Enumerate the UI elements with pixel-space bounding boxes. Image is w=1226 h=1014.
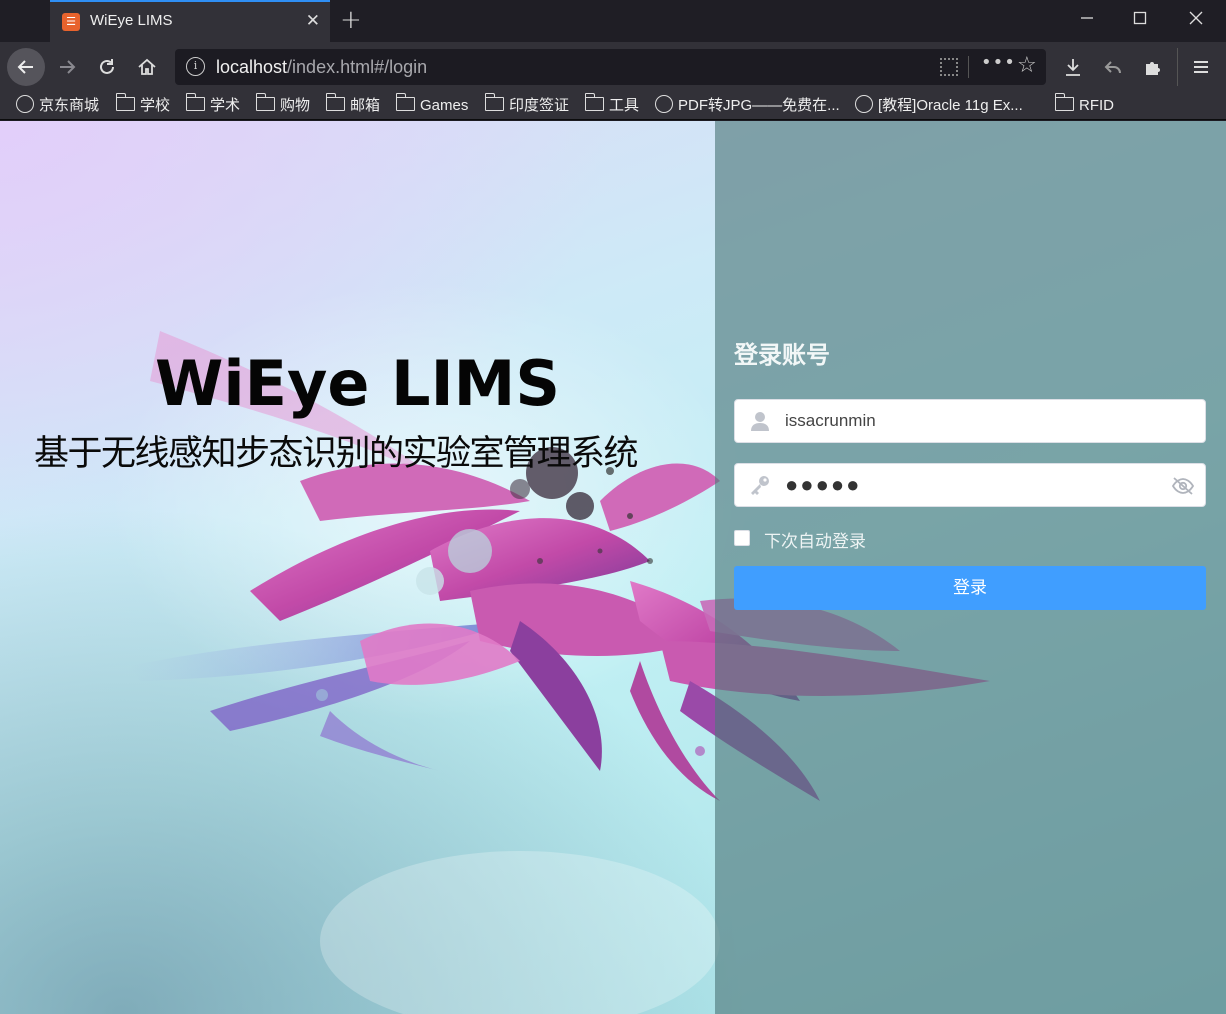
bookmark-folder[interactable]: RFID	[1055, 93, 1114, 117]
page-actions-more-icon[interactable]: •••	[981, 52, 1016, 73]
url-divider	[968, 56, 969, 78]
bookmark-folder[interactable]: 工具	[585, 93, 640, 117]
url-text[interactable]: localhost/index.html#/login	[216, 57, 427, 78]
user-icon	[751, 412, 769, 431]
folder-icon	[585, 93, 604, 112]
tab-close-icon[interactable]: ✕	[306, 11, 320, 31]
eye-slash-icon[interactable]	[1171, 476, 1195, 496]
bookmark-label: Games	[420, 97, 469, 114]
folder-icon	[326, 93, 345, 112]
site-info-icon[interactable]: i	[186, 57, 205, 76]
folder-icon	[396, 93, 415, 112]
key-icon	[751, 476, 769, 495]
bookmark-label: 邮箱	[350, 97, 381, 114]
app-subtitle: 基于无线感知步态识别的实验室管理系统	[34, 434, 639, 474]
home-icon	[138, 58, 156, 75]
bookmark-label: [教程]Oracle 11g Ex...	[878, 97, 1023, 114]
bookmark-item[interactable]: 京东商城	[16, 95, 99, 117]
bookmark-label: 京东商城	[39, 97, 100, 114]
username-input[interactable]	[785, 400, 1165, 442]
reload-icon	[100, 59, 114, 74]
globe-icon	[655, 95, 673, 114]
remember-me-checkbox[interactable]	[734, 530, 750, 546]
bookmark-folder[interactable]: 购物	[256, 93, 311, 117]
downloads-button[interactable]	[1058, 52, 1088, 82]
hamburger-menu-icon	[1194, 61, 1208, 73]
address-bar[interactable]: i localhost/index.html#/login ••• ☆	[175, 49, 1046, 85]
bookmark-label: 工具	[609, 97, 640, 114]
minimize-button[interactable]	[1064, 0, 1110, 42]
bookmark-star-icon[interactable]: ☆	[1017, 53, 1037, 78]
tab-title: WiEye LIMS	[90, 12, 173, 29]
bookmark-folder[interactable]: 印度签证	[485, 93, 570, 117]
bookmark-item[interactable]: PDF转JPG——免费在...	[655, 95, 840, 117]
bookmark-folder[interactable]: Games	[396, 93, 469, 117]
bookmark-label: 购物	[280, 97, 311, 114]
xampp-favicon-icon: ☰	[62, 13, 80, 31]
forward-button[interactable]	[52, 52, 82, 82]
undo-icon	[1104, 61, 1121, 74]
folder-icon	[116, 93, 135, 112]
bookmark-label: 学校	[140, 97, 171, 114]
undo-close-button[interactable]	[1098, 52, 1128, 82]
globe-icon	[855, 95, 873, 114]
globe-icon	[16, 95, 34, 114]
browser-tab[interactable]: ☰ WiEye LIMS ✕	[50, 0, 330, 42]
window-close-icon	[1189, 11, 1203, 25]
bookmark-label: PDF转JPG——免费在...	[678, 97, 840, 114]
bookmark-folder[interactable]: 学术	[186, 93, 241, 117]
folder-icon	[256, 93, 275, 112]
bookmark-label: RFID	[1079, 97, 1114, 114]
bookmark-item[interactable]: [教程]Oracle 11g Ex...	[855, 95, 1023, 117]
app-menu-button[interactable]	[1186, 52, 1216, 82]
app-title: WiEye LIMS	[155, 347, 560, 420]
forward-arrow-icon	[60, 60, 76, 74]
bookmark-folder[interactable]: 学校	[116, 93, 171, 117]
navigation-bar: i localhost/index.html#/login ••• ☆	[0, 42, 1226, 92]
remember-me-label[interactable]: 下次自动登录	[764, 527, 866, 552]
login-button[interactable]: 登录	[734, 566, 1206, 610]
extensions-button[interactable]	[1138, 52, 1168, 82]
url-host: localhost	[216, 57, 288, 77]
home-button[interactable]	[132, 52, 162, 82]
toolbar-divider	[1177, 48, 1178, 86]
folder-icon	[485, 93, 504, 112]
qr-code-icon[interactable]	[940, 58, 958, 76]
bookmarks-toolbar: 京东商城 学校 学术 购物 邮箱 Games 印度签证 工具 PDF转JPG——…	[0, 92, 1226, 120]
username-field[interactable]	[734, 399, 1206, 443]
maximize-icon	[1133, 11, 1147, 25]
minimize-icon	[1081, 17, 1093, 19]
window-close-button[interactable]	[1173, 0, 1219, 42]
password-field[interactable]	[734, 463, 1206, 507]
tab-bar: ☰ WiEye LIMS ✕ +	[0, 0, 1226, 42]
password-input[interactable]	[785, 464, 1165, 506]
url-path: /index.html#/login	[287, 57, 428, 77]
bookmark-label: 印度签证	[509, 97, 570, 114]
back-arrow-icon	[17, 60, 33, 74]
maximize-button[interactable]	[1117, 0, 1163, 42]
back-button[interactable]	[7, 48, 45, 86]
puzzle-piece-icon	[1146, 62, 1160, 75]
bookmark-label: 学术	[210, 97, 241, 114]
reload-button[interactable]	[92, 52, 122, 82]
download-icon	[1066, 59, 1080, 76]
login-page: WiEye LIMS 基于无线感知步态识别的实验室管理系统 登录账号 下次自动登…	[0, 121, 1226, 1014]
new-tab-button[interactable]: +	[340, 6, 362, 34]
folder-icon	[1055, 93, 1074, 112]
bookmark-folder[interactable]: 邮箱	[326, 93, 381, 117]
folder-icon	[186, 93, 205, 112]
login-heading: 登录账号	[734, 341, 830, 369]
